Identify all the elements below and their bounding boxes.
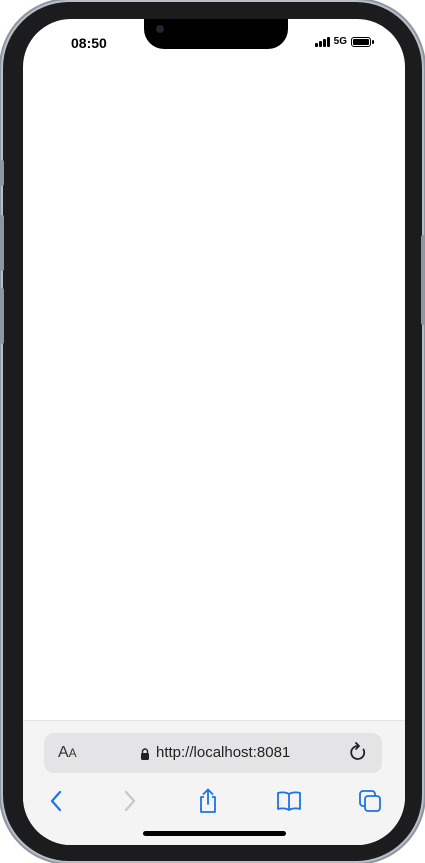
url-text: http://localhost:8081: [156, 744, 291, 761]
delete-button[interactable]: Excluir: [334, 203, 373, 218]
user-email: washington.prado@example.com: [54, 408, 248, 423]
share-icon[interactable]: [193, 786, 223, 816]
user-name: Valéria Assis: [54, 322, 147, 340]
action-button: [0, 160, 4, 186]
user-email: yasmin.rocha@example.com: [54, 537, 222, 553]
delete-button[interactable]: Excluir: [334, 73, 373, 88]
user-email: zeca.lopes@example.com: [54, 602, 207, 618]
user-email: sabrina.teles@example.com: [54, 148, 219, 164]
delete-button[interactable]: Excluir: [334, 138, 373, 153]
user-name: Rodrigo Viana: [54, 63, 156, 80]
bookmarks-icon[interactable]: [274, 786, 304, 816]
edit-button[interactable]: Editar: [279, 527, 313, 542]
tabs-icon[interactable]: [355, 786, 385, 816]
user-card: Xandão Silva xandao.silva@example.com Edit…: [43, 443, 385, 498]
status-time: 08:50: [71, 35, 107, 51]
back-icon[interactable]: [41, 786, 71, 816]
edit-button[interactable]: Editar: [279, 591, 313, 606]
user-email: rodrigo.viana@example.com: [54, 84, 220, 99]
volume-up-button: [0, 215, 4, 271]
user-email: ulisses.amaral@example.com: [54, 278, 228, 294]
user-card: Tatiane Barros tatiane.barros@example.com…: [43, 184, 385, 239]
edit-button[interactable]: Editar: [279, 203, 313, 218]
user-name: Sabrina Teles: [54, 127, 151, 145]
network-type: 5G: [333, 36, 347, 47]
delete-button[interactable]: Excluir: [334, 527, 373, 542]
forward-icon[interactable]: [115, 786, 145, 816]
aa-large-letter: A: [58, 744, 69, 761]
user-name: Xandão Silva: [54, 451, 148, 469]
user-email: tatiane.barros@example.com: [54, 213, 224, 229]
aa-small-letter: A: [68, 746, 77, 760]
home-indicator[interactable]: [143, 831, 286, 836]
edit-button[interactable]: Editar: [279, 656, 313, 671]
delete-button[interactable]: Excluir: [334, 267, 373, 282]
user-name: Luan Camargo: [54, 646, 160, 664]
edit-button[interactable]: Editar: [279, 73, 313, 88]
user-name: Zeca Lopes: [54, 581, 137, 599]
user-email: xandao.silva@example.com: [54, 472, 217, 488]
user-card: Ulisses Amaral ulisses.amaral@example.com…: [43, 248, 385, 303]
signal-icon: [314, 36, 330, 47]
status-indicators: 5G: [314, 36, 374, 47]
browser-toolbar: [23, 786, 405, 816]
browser-bottom-bar: AA http://localhost:8081: [23, 720, 405, 845]
camera: [156, 25, 164, 33]
reader-settings-button[interactable]: AA: [58, 744, 77, 762]
delete-button[interactable]: Excluir: [334, 397, 373, 412]
user-name: Yasmin Rocha: [54, 516, 157, 534]
user-card: Yasmin Rocha yasmin.rocha@example.com Edit…: [43, 508, 385, 563]
delete-button[interactable]: Excluir: [334, 462, 373, 477]
user-card: Valéria Assis valeria.assis@example.com Ed…: [43, 313, 385, 368]
delete-button[interactable]: Excluir: [334, 591, 373, 606]
address-bar[interactable]: AA http://localhost:8081: [44, 733, 382, 773]
delete-button[interactable]: Excluir: [334, 332, 373, 347]
volume-down-button: [0, 288, 4, 344]
notch: [144, 19, 288, 49]
user-name: Washington Prado: [54, 387, 186, 404]
battery-icon: [351, 36, 374, 47]
user-card: Washington Prado washington.prado@example…: [43, 378, 385, 433]
user-name: Ulisses Amaral: [54, 257, 162, 275]
reload-icon[interactable]: [348, 741, 368, 768]
phone-screen: 08:50 5G Rodrigo Viana rodrigo.viana@exam…: [23, 19, 405, 845]
user-name: Tatiane Barros: [54, 192, 158, 210]
user-card: Sabrina Teles sabrina.teles@example.com Ed…: [43, 119, 385, 174]
user-card: Rodrigo Viana rodrigo.viana@example.com Ed…: [43, 54, 385, 109]
edit-button[interactable]: Editar: [279, 332, 313, 347]
edit-button[interactable]: Editar: [279, 397, 313, 412]
edit-button[interactable]: Editar: [279, 267, 313, 282]
user-card: Luan Camargo camargoluan@gmail.com Editar E…: [43, 637, 385, 692]
power-button: [421, 235, 425, 325]
lock-icon: [140, 747, 150, 760]
user-email: camargoluan@gmail.com: [54, 667, 202, 683]
user-email: valeria.assis@example.com: [54, 343, 217, 359]
edit-button[interactable]: Editar: [279, 462, 313, 477]
edit-button[interactable]: Editar: [279, 138, 313, 153]
delete-button[interactable]: Excluir: [334, 656, 373, 671]
url-display[interactable]: http://localhost:8081: [140, 744, 290, 761]
user-card: Zeca Lopes zeca.lopes@example.com Editar Ex…: [43, 572, 385, 627]
